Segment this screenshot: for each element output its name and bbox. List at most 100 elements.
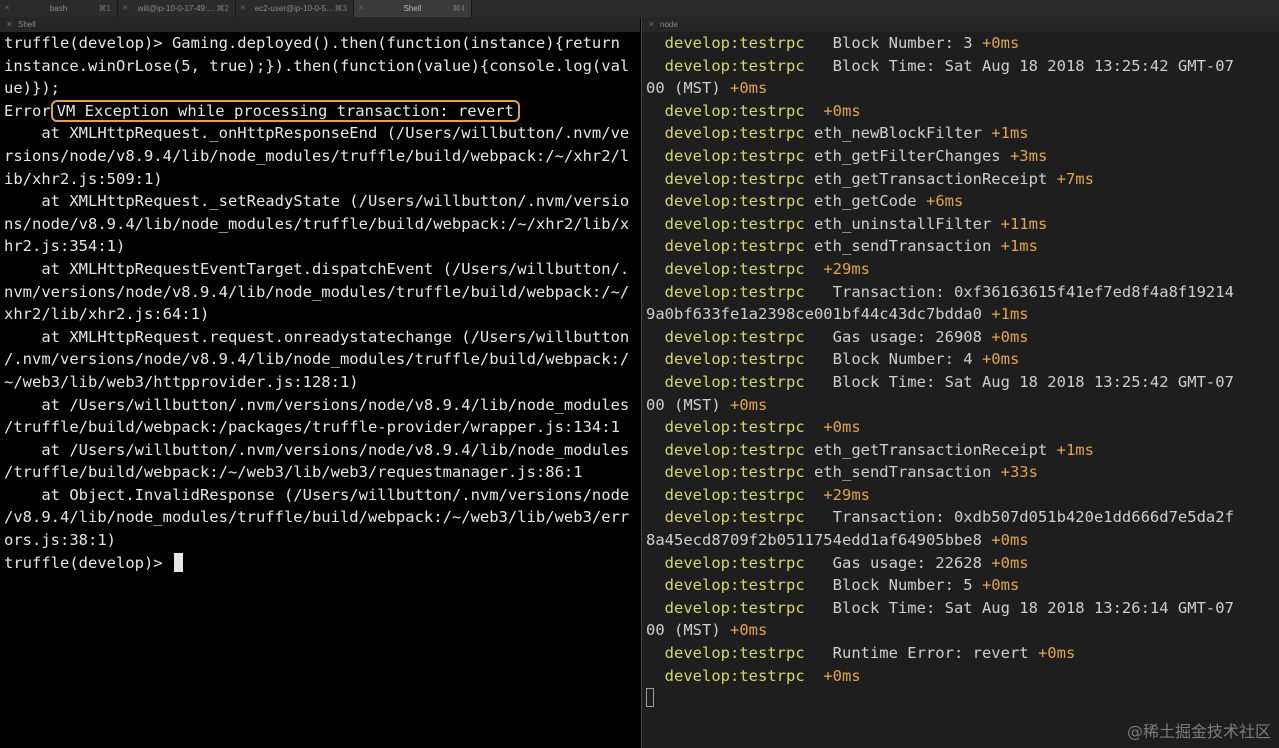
terminal-line: at Object.InvalidResponse (/Users/willbu… <box>4 485 630 504</box>
prompt-line[interactable] <box>646 687 1279 710</box>
log-line: develop:testrpc +0ms <box>646 416 1279 439</box>
terminal-line: xhr2/lib/xhr2.js:64:1) <box>4 305 210 324</box>
text-cursor <box>646 688 654 708</box>
tab-shortcut: ⌘2 <box>216 4 229 13</box>
tab-shell[interactable]: ✕ Shell ⌘4 <box>354 0 472 17</box>
terminal-line: at XMLHttpRequest._onHttpResponseEnd (/U… <box>4 124 630 143</box>
terminal-line: ns/node/v8.9.4/lib/node_modules/truffle/… <box>4 214 630 233</box>
log-timing: +1ms <box>991 124 1029 143</box>
log-line-continuation: 9a0bf633fe1a2398ce001bf44c43dc7bdda0 +1m… <box>646 303 1279 326</box>
log-line: develop:testrpc eth_getFilterChanges +3m… <box>646 145 1279 168</box>
log-message <box>805 260 824 278</box>
log-message: Gas usage: 26908 <box>804 327 992 346</box>
log-namespace: develop:testrpc <box>664 598 805 617</box>
log-namespace: develop:testrpc <box>664 34 805 52</box>
log-line: develop:testrpc +0ms <box>646 100 1279 123</box>
node-pane[interactable]: ✕ node develop:testrpc Block Number: 3 +… <box>641 17 1279 748</box>
log-message: eth_sendTransaction <box>804 463 1001 482</box>
log-namespace: develop:testrpc <box>664 282 805 301</box>
terminal-line: /truffle/build/webpack:/packages/truffle… <box>4 418 620 437</box>
log-namespace: develop:testrpc <box>664 553 805 572</box>
log-message: Block Time: Sat Aug 18 2018 13:26:14 GMT… <box>804 598 1234 617</box>
log-timing: +0ms <box>991 531 1029 550</box>
log-message: Transaction: 0xdb507d051b420e1dd666d7e5d… <box>804 508 1234 527</box>
log-line: develop:testrpc eth_sendTransaction +1ms <box>646 235 1279 258</box>
text-cursor <box>173 552 183 572</box>
terminal-line: nvm/versions/node/v8.9.4/lib/node_module… <box>4 282 630 301</box>
log-line: develop:testrpc eth_newBlockFilter +1ms <box>646 122 1279 145</box>
log-message: eth_getFilterChanges <box>804 146 1010 165</box>
error-message-highlight: VM Exception while processing transactio… <box>50 99 520 122</box>
tab-shortcut: ⌘1 <box>98 4 111 13</box>
terminal-line: /.nvm/versions/node/v8.9.4/lib/node_modu… <box>4 350 630 369</box>
log-timing: +7ms <box>1056 169 1094 188</box>
log-timing: +1ms <box>1000 237 1038 256</box>
terminal-line: instance.winOrLose(5, true);}).then(func… <box>4 56 630 75</box>
log-message: 00 (MST) <box>646 79 730 98</box>
log-line: develop:testrpc Transaction: 0xdb507d051… <box>646 506 1279 529</box>
log-line: develop:testrpc eth_getTransactionReceip… <box>646 439 1279 462</box>
terminal-line: hr2.js:354:1) <box>4 237 126 256</box>
log-namespace: develop:testrpc <box>664 237 805 256</box>
log-timing: +3ms <box>1009 146 1048 165</box>
log-timing: +0ms <box>1037 644 1076 663</box>
log-message: eth_sendTransaction <box>804 237 1001 256</box>
log-message: Transaction: 0xf36163615f41ef7ed8f4a8f19… <box>804 282 1234 301</box>
pane-title: Shell <box>18 20 36 29</box>
log-timing: +11ms <box>1000 214 1048 233</box>
terminal-line: at XMLHttpRequestEventTarget.dispatchEve… <box>4 259 630 278</box>
log-namespace: develop:testrpc <box>664 214 805 233</box>
pane-header: ✕ Shell <box>0 17 640 32</box>
log-line: develop:testrpc Block Number: 5 +0ms <box>646 574 1279 597</box>
close-icon[interactable]: ✕ <box>648 17 655 32</box>
log-namespace: develop:testrpc <box>664 372 805 391</box>
log-line: develop:testrpc eth_sendTransaction +33s <box>646 461 1279 484</box>
terminal-line: ib/xhr2.js:509:1) <box>4 169 163 188</box>
log-namespace: develop:testrpc <box>664 259 805 278</box>
log-line: develop:testrpc Block Time: Sat Aug 18 2… <box>646 597 1279 620</box>
log-timing: +1ms <box>991 305 1029 324</box>
log-namespace: develop:testrpc <box>664 169 805 188</box>
log-namespace: develop:testrpc <box>664 666 805 685</box>
terminal-line: rsions/node/v8.9.4/lib/node_modules/truf… <box>4 146 630 165</box>
log-line: develop:testrpc Runtime Error: revert +0… <box>646 642 1279 665</box>
shell-pane[interactable]: ✕ Shell truffle(develop)> Gaming.deploye… <box>0 17 640 748</box>
tab-shortcut: ⌘4 <box>452 4 465 13</box>
tab-bar: ✕ bash ⌘1 ✕ will@ip-10-0-17-49:… ⌘2 ✕ ec… <box>0 0 1279 18</box>
pane-header: ✕ node <box>642 17 1279 32</box>
terminal-line: at /Users/willbutton/.nvm/versions/node/… <box>4 395 630 414</box>
log-timing: +0ms <box>991 327 1029 346</box>
log-message: Block Time: Sat Aug 18 2018 13:25:42 GMT… <box>804 372 1234 391</box>
log-namespace: develop:testrpc <box>664 440 805 459</box>
prompt-line[interactable]: truffle(develop)> <box>4 552 640 575</box>
tab-will-ssh[interactable]: ✕ will@ip-10-0-17-49:… ⌘2 <box>118 0 236 17</box>
log-line: develop:testrpc Block Time: Sat Aug 18 2… <box>646 55 1279 78</box>
log-line: develop:testrpc +29ms <box>646 258 1279 281</box>
log-message: 00 (MST) <box>646 621 730 640</box>
log-timing: +0ms <box>991 553 1029 572</box>
log-line-continuation: 00 (MST) +0ms <box>646 394 1279 417</box>
log-timing: +33s <box>1000 463 1038 482</box>
log-timing: +0ms <box>981 576 1020 595</box>
terminal-line: at XMLHttpRequest._setReadyState (/Users… <box>4 192 630 211</box>
log-namespace: develop:testrpc <box>664 192 805 211</box>
log-message: 8a45ecd8709f2b0511754edd1af64905bbe8 <box>646 531 992 550</box>
log-line: develop:testrpc +29ms <box>646 484 1279 507</box>
close-icon[interactable]: ✕ <box>6 17 13 32</box>
log-message: 9a0bf633fe1a2398ce001bf44c43dc7bdda0 <box>646 305 992 324</box>
log-timing: +29ms <box>823 485 870 504</box>
terminal-line: truffle(develop)> Gaming.deployed().then… <box>4 34 620 52</box>
log-line: develop:testrpc eth_getTransactionReceip… <box>646 168 1279 191</box>
log-message: eth_newBlockFilter <box>804 124 992 143</box>
tab-bash[interactable]: ✕ bash ⌘1 <box>0 0 118 17</box>
log-namespace: develop:testrpc <box>664 56 805 75</box>
log-message <box>805 667 824 685</box>
log-timing: +0ms <box>823 101 861 120</box>
pane-title: node <box>660 20 678 29</box>
terminal-line: /truffle/build/webpack:/~/web3/lib/web3/… <box>4 463 583 482</box>
tab-ec2-user-ssh[interactable]: ✕ ec2-user@ip-10-0-5… ⌘3 <box>236 0 354 17</box>
terminal-line: at /Users/willbutton/.nvm/versions/node/… <box>4 440 630 459</box>
log-timing: +0ms <box>730 621 768 640</box>
log-line: develop:testrpc eth_getCode +6ms <box>646 190 1279 213</box>
log-message: Runtime Error: revert <box>804 644 1038 663</box>
